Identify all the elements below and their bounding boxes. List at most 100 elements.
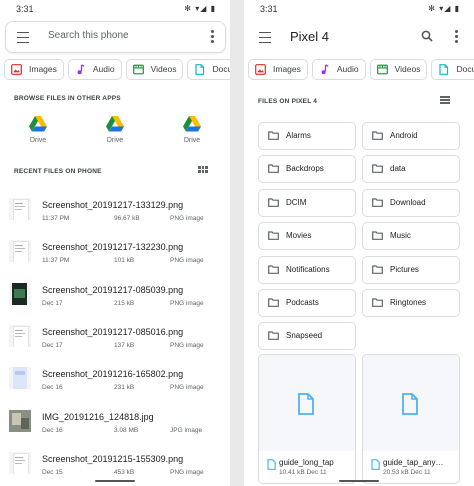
grid-view-icon[interactable] <box>198 166 208 174</box>
file-row[interactable]: Screenshot_20191217-132230.png 11:37 PM … <box>0 238 230 280</box>
document-icon <box>402 393 418 415</box>
folder-label: Android <box>390 131 418 140</box>
page-title: Pixel 4 <box>290 29 330 44</box>
chip-label: Docu <box>212 64 230 74</box>
videos-chip[interactable]: Videos <box>125 59 184 80</box>
right-screen: 3:31 ✻ ▾◢ ▮ Pixel 4 Images Audio Videos Doc… <box>244 0 474 486</box>
file-row[interactable]: Screenshot_20191217-085016.png Dec 17 13… <box>0 323 230 365</box>
folder-snapseed[interactable]: Snapseed <box>258 322 356 351</box>
status-icons: ✻ ▾◢ ▮ <box>428 4 460 13</box>
drive-label: Drive <box>183 137 201 144</box>
status-time: 3:31 <box>260 4 278 14</box>
gesture-nav-handle[interactable] <box>95 480 135 482</box>
file-card[interactable]: guide_tap_any… 20.53 kB Dec 11 <box>362 354 460 484</box>
folder-pictures[interactable]: Pictures <box>362 255 460 284</box>
file-card[interactable]: guide_long_tap 10.41 kB Dec 11 <box>258 354 356 484</box>
chip-label: Images <box>273 64 301 74</box>
files-section-header: FILES ON PIXEL 4 <box>258 98 318 105</box>
file-size: 3.08 MB <box>114 426 139 434</box>
documents-chip[interactable]: Docu <box>187 59 230 80</box>
file-name: Screenshot_20191216-165802.png <box>42 369 184 380</box>
chip-label: Audio <box>92 64 115 74</box>
google-drive-icon <box>29 116 47 132</box>
file-size: 101 kB <box>114 257 135 265</box>
more-options-icon[interactable] <box>455 30 458 45</box>
file-thumbnail <box>9 198 31 220</box>
file-size: 231 kB <box>114 384 135 392</box>
file-type: PNG image <box>170 384 204 392</box>
search-input[interactable]: Search this phone <box>48 30 129 41</box>
google-drive-icon <box>106 116 124 132</box>
images-chip[interactable]: Images <box>4 59 64 80</box>
google-drive-icon <box>183 116 201 132</box>
folder-icon <box>268 131 279 140</box>
drive-shortcut[interactable]: Drive <box>18 116 58 144</box>
file-thumbnail <box>9 367 31 390</box>
folder-music[interactable]: Music <box>362 222 460 251</box>
folder-data[interactable]: data <box>362 155 460 184</box>
folder-label: DCIM <box>286 197 307 207</box>
status-bar: 3:31 ✻ ▾◢ ▮ <box>0 0 230 20</box>
file-name: guide_tap_any… <box>383 458 444 467</box>
file-row[interactable]: IMG_20191216_124818.jpg Dec 16 3.08 MB J… <box>0 408 230 450</box>
search-icon[interactable] <box>421 30 433 42</box>
folder-label: Podcasts <box>286 298 319 307</box>
list-view-icon[interactable] <box>440 96 450 104</box>
folder-android[interactable]: Android <box>362 122 460 150</box>
file-type: PNG image <box>170 257 204 265</box>
image-icon <box>255 64 266 75</box>
more-options-icon[interactable] <box>211 30 214 45</box>
chip-label: Videos <box>394 64 421 74</box>
folder-alarms[interactable]: Alarms <box>258 122 356 150</box>
recent-section-header: RECENT FILES ON PHONE <box>14 168 102 175</box>
file-thumbnail <box>9 240 31 263</box>
file-row[interactable]: Screenshot_20191216-165802.png Dec 16 23… <box>0 365 230 407</box>
folder-dcim[interactable]: DCIM <box>258 188 356 217</box>
document-icon <box>267 459 276 470</box>
folder-notifications[interactable]: Notifications <box>258 255 356 284</box>
drive-shortcut[interactable]: Drive <box>95 116 135 144</box>
audio-chip[interactable]: Audio <box>311 59 366 80</box>
folder-podcasts[interactable]: Podcasts <box>258 289 356 317</box>
image-icon <box>11 64 22 75</box>
menu-icon[interactable] <box>259 32 271 43</box>
file-row[interactable]: Screenshot_20191217-085039.png Dec 17 21… <box>0 281 230 323</box>
menu-icon[interactable] <box>17 32 29 43</box>
chip-label: Audio <box>336 64 359 74</box>
folder-icon <box>372 164 383 174</box>
images-chip[interactable]: Images <box>248 59 308 80</box>
folder-ringtones[interactable]: Ringtones <box>362 289 460 317</box>
folder-icon <box>268 264 279 274</box>
file-date: Dec 16 <box>42 384 63 392</box>
folder-icon <box>372 231 383 241</box>
file-name: Screenshot_20191217-085039.png <box>42 284 184 295</box>
category-chips: Images Audio Videos Docu <box>248 59 474 80</box>
video-icon <box>132 64 144 75</box>
folder-label: Music <box>390 231 411 241</box>
folder-label: Backdrops <box>286 164 324 174</box>
documents-chip[interactable]: Docu <box>431 59 474 80</box>
file-meta: 20.53 kB Dec 11 <box>383 469 431 476</box>
file-preview <box>259 355 355 451</box>
file-preview <box>363 355 459 451</box>
file-row[interactable]: Screenshot_20191217-133129.png 11:37 PM … <box>0 196 230 238</box>
folder-label: Movies <box>286 231 312 241</box>
audio-chip[interactable]: Audio <box>67 59 122 80</box>
file-type: PNG image <box>170 341 204 349</box>
file-name: Screenshot_20191217-133129.png <box>42 200 184 210</box>
folder-download[interactable]: Download <box>362 188 460 217</box>
file-name: IMG_20191216_124818.jpg <box>42 411 154 422</box>
file-name: Screenshot_20191217-085016.png <box>42 326 184 337</box>
search-bar[interactable]: Search this phone <box>5 21 226 53</box>
drive-label: Drive <box>106 137 124 144</box>
status-icons: ✻ ▾◢ ▮ <box>184 4 216 13</box>
folder-movies[interactable]: Movies <box>258 222 356 251</box>
folder-icon <box>268 331 279 341</box>
drive-shortcut[interactable]: Drive <box>172 116 212 144</box>
file-size: 453 kB <box>114 468 135 476</box>
videos-chip[interactable]: Videos <box>369 59 428 80</box>
gesture-nav-handle[interactable] <box>339 480 379 482</box>
folder-label: Ringtones <box>390 298 427 307</box>
folder-backdrops[interactable]: Backdrops <box>258 155 356 184</box>
folder-icon <box>372 131 383 140</box>
